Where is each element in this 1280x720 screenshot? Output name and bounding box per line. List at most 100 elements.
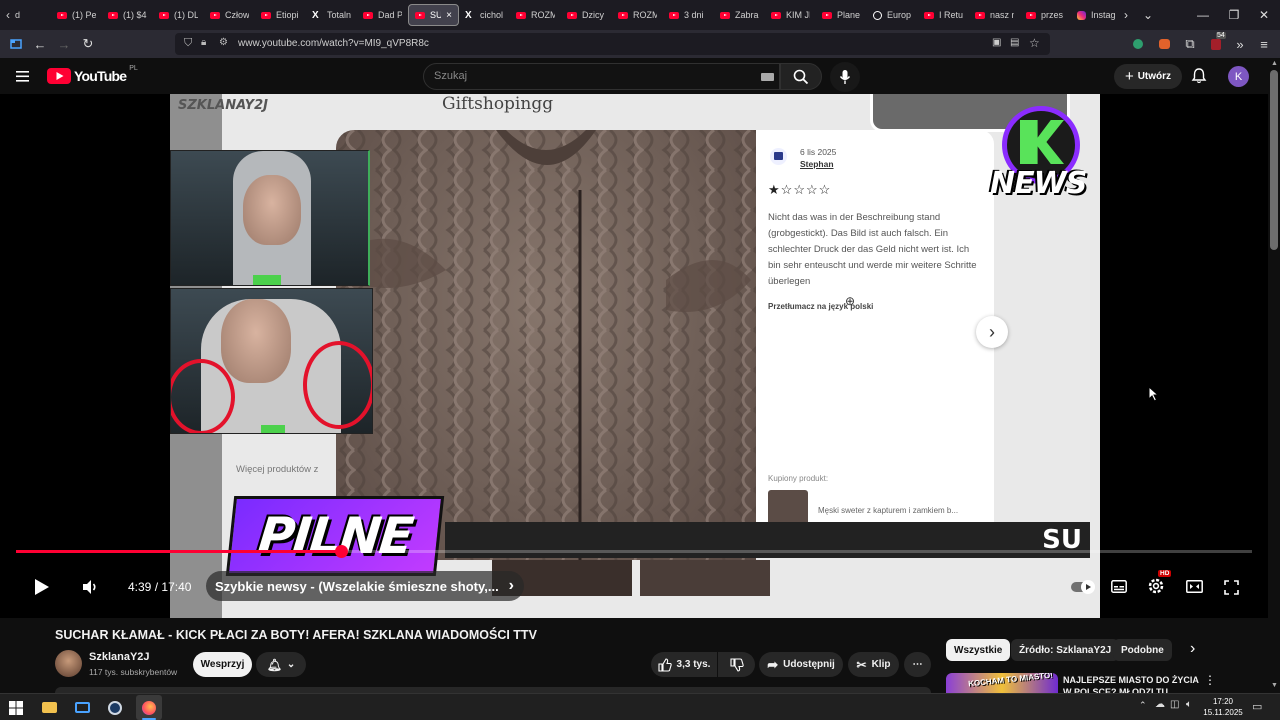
- browser-tab[interactable]: (1) $4: [102, 4, 153, 26]
- scroll-down-icon[interactable]: ▼: [1271, 682, 1278, 689]
- keyboard-icon[interactable]: [761, 73, 774, 81]
- address-bar[interactable]: ⛉ 🔒︎ ⚙ www.youtube.com/watch?v=MI9_qVP8R…: [175, 33, 1050, 55]
- account-avatar[interactable]: K: [1228, 66, 1249, 87]
- browser-tab[interactable]: Etiopi: [255, 4, 306, 26]
- browser-tab[interactable]: Plane: [816, 4, 867, 26]
- recommended-thumbnail[interactable]: KOCHAM TO MIASTO!: [946, 673, 1058, 693]
- chip-source[interactable]: Źródło: SzklanaY2J: [1011, 639, 1120, 661]
- voice-search-button[interactable]: [830, 62, 860, 92]
- autoplay-toggle[interactable]: [1070, 579, 1095, 595]
- steam-icon[interactable]: [106, 699, 124, 716]
- video-player[interactable]: SZKLANAY2J Giftshopingg 6 lis 2025 Steph…: [0, 94, 1268, 618]
- lock-icon[interactable]: 🔒︎: [201, 37, 206, 48]
- volume-tray-icon[interactable]: 🔈︎: [1186, 699, 1192, 710]
- chips-next-icon[interactable]: ›: [1190, 640, 1195, 658]
- more-actions-button[interactable]: ⋯: [904, 652, 931, 677]
- page-scrollbar[interactable]: ▲ ▼: [1268, 58, 1280, 693]
- file-explorer-icon[interactable]: [40, 699, 58, 716]
- search-placeholder: Szukaj: [434, 70, 468, 82]
- overflow-menu-icon[interactable]: »: [1230, 34, 1250, 54]
- tray-overflow-icon[interactable]: ⌃: [1139, 700, 1147, 711]
- notifications-bell-icon[interactable]: [1190, 67, 1208, 90]
- theater-mode-icon: [1185, 579, 1203, 593]
- tab-view-icon[interactable]: [6, 34, 26, 54]
- url-text[interactable]: www.youtube.com/watch?v=MI9_qVP8R8c: [238, 38, 429, 49]
- browser-tab[interactable]: I Retu: [918, 4, 969, 26]
- create-button[interactable]: + Utwórz: [1114, 64, 1182, 89]
- scissors-icon: ✂: [856, 657, 867, 672]
- browser-tab[interactable]: (1) Pe: [51, 4, 102, 26]
- start-icon[interactable]: [7, 699, 25, 716]
- settings-button[interactable]: HD: [1144, 570, 1172, 598]
- app-menu-icon[interactable]: ≡: [1254, 34, 1274, 54]
- firefox-icon[interactable]: [136, 695, 162, 720]
- browser-tab[interactable]: ROZM: [510, 4, 561, 26]
- chip-related[interactable]: Podobne: [1113, 639, 1172, 661]
- volume-button[interactable]: [78, 576, 102, 598]
- search-input[interactable]: Szukaj: [423, 63, 780, 90]
- dislike-button[interactable]: [718, 652, 755, 677]
- scroll-up-icon[interactable]: ▲: [1271, 60, 1278, 67]
- browser-tab[interactable]: SUC ×: [408, 4, 459, 26]
- share-icon: ➦: [767, 656, 779, 672]
- support-button[interactable]: Wesprzyj: [193, 652, 252, 677]
- browser-tab[interactable]: ROZM: [612, 4, 663, 26]
- progress-bar[interactable]: [16, 545, 1252, 558]
- onedrive-icon[interactable]: ☁: [1155, 699, 1165, 710]
- browser-tab[interactable]: ‹ d: [0, 4, 51, 26]
- monitor-app-icon[interactable]: [73, 699, 91, 716]
- browser-tab[interactable]: 3 dni: [663, 4, 714, 26]
- video-frame[interactable]: SZKLANAY2J Giftshopingg 6 lis 2025 Steph…: [170, 94, 1100, 618]
- browser-tab[interactable]: Xcichol: [459, 4, 510, 26]
- reader-view-icon[interactable]: ▤: [1010, 37, 1019, 48]
- restore-icon[interactable]: ❐: [1218, 0, 1250, 30]
- chapter-button[interactable]: Szybkie newsy - (Wszelakie śmieszne shot…: [206, 571, 524, 601]
- share-button[interactable]: ➦ Udostępnij: [759, 652, 843, 677]
- close-window-icon[interactable]: ✕: [1248, 0, 1280, 30]
- cursor-crosshair-icon: ⊕: [845, 294, 856, 308]
- channel-name[interactable]: SzklanaY2J: [89, 651, 150, 663]
- recommended-title[interactable]: NAJLEPSZE MIASTO DO ŻYCIA W POLSCE? MŁOD…: [1063, 674, 1201, 693]
- fox-extension-icon[interactable]: [1154, 34, 1174, 54]
- shield-icon[interactable]: ⛉: [184, 37, 192, 50]
- scrollbar-thumb[interactable]: [1270, 70, 1278, 250]
- browser-tab[interactable]: Zabra: [714, 4, 765, 26]
- fullscreen-button[interactable]: [1220, 576, 1242, 598]
- close-tab-icon[interactable]: ×: [446, 10, 452, 21]
- bookmark-star-icon[interactable]: ☆: [1029, 36, 1040, 50]
- browser-tab[interactable]: Dzicy: [561, 4, 612, 26]
- youtube-logo[interactable]: YouTube PL: [47, 65, 138, 84]
- forward-button[interactable]: →: [54, 34, 74, 54]
- like-button[interactable]: 3,3 tys.: [651, 652, 717, 677]
- ublock-extension-icon[interactable]: 54: [1206, 32, 1226, 54]
- browser-tab[interactable]: przes: [1020, 4, 1071, 26]
- network-icon[interactable]: ◫: [1170, 699, 1179, 710]
- browser-tab[interactable]: nasz n: [969, 4, 1020, 26]
- subtitles-button[interactable]: [1108, 576, 1130, 596]
- browser-tab[interactable]: Człow: [204, 4, 255, 26]
- reload-button[interactable]: ↻: [78, 34, 98, 54]
- browser-tab[interactable]: Dad P: [357, 4, 408, 26]
- picture-icon[interactable]: ▣: [992, 37, 1001, 48]
- subscribed-notifications-button[interactable]: 🔔︎ ⌄: [256, 652, 306, 677]
- browser-tab[interactable]: X Totaln: [306, 4, 357, 26]
- channel-avatar[interactable]: [55, 650, 82, 677]
- tab-list-chevron-icon[interactable]: ⌄: [1132, 0, 1164, 30]
- guide-menu-icon[interactable]: [14, 67, 34, 85]
- play-button[interactable]: [28, 574, 54, 600]
- extensions-icon[interactable]: ⧉: [1180, 34, 1200, 54]
- permissions-icon[interactable]: ⚙: [219, 37, 228, 48]
- vpn-extension-icon[interactable]: [1128, 34, 1148, 54]
- browser-tab[interactable]: (1) DL: [153, 4, 204, 26]
- browser-tab[interactable]: KIM JI: [765, 4, 816, 26]
- clip-button[interactable]: ✂ Klip: [848, 652, 899, 677]
- notification-center-icon[interactable]: ▭: [1252, 700, 1262, 713]
- browser-tab[interactable]: Europ: [867, 4, 918, 26]
- theater-mode-button[interactable]: [1182, 576, 1206, 596]
- search-button[interactable]: [780, 63, 822, 90]
- minimize-icon[interactable]: —: [1187, 0, 1219, 30]
- recommended-menu-icon[interactable]: ⋮: [1204, 673, 1216, 687]
- clock[interactable]: 17:20 15.11.2025: [1203, 696, 1243, 718]
- back-button[interactable]: ←: [30, 34, 50, 54]
- chip-all[interactable]: Wszystkie: [946, 639, 1011, 661]
